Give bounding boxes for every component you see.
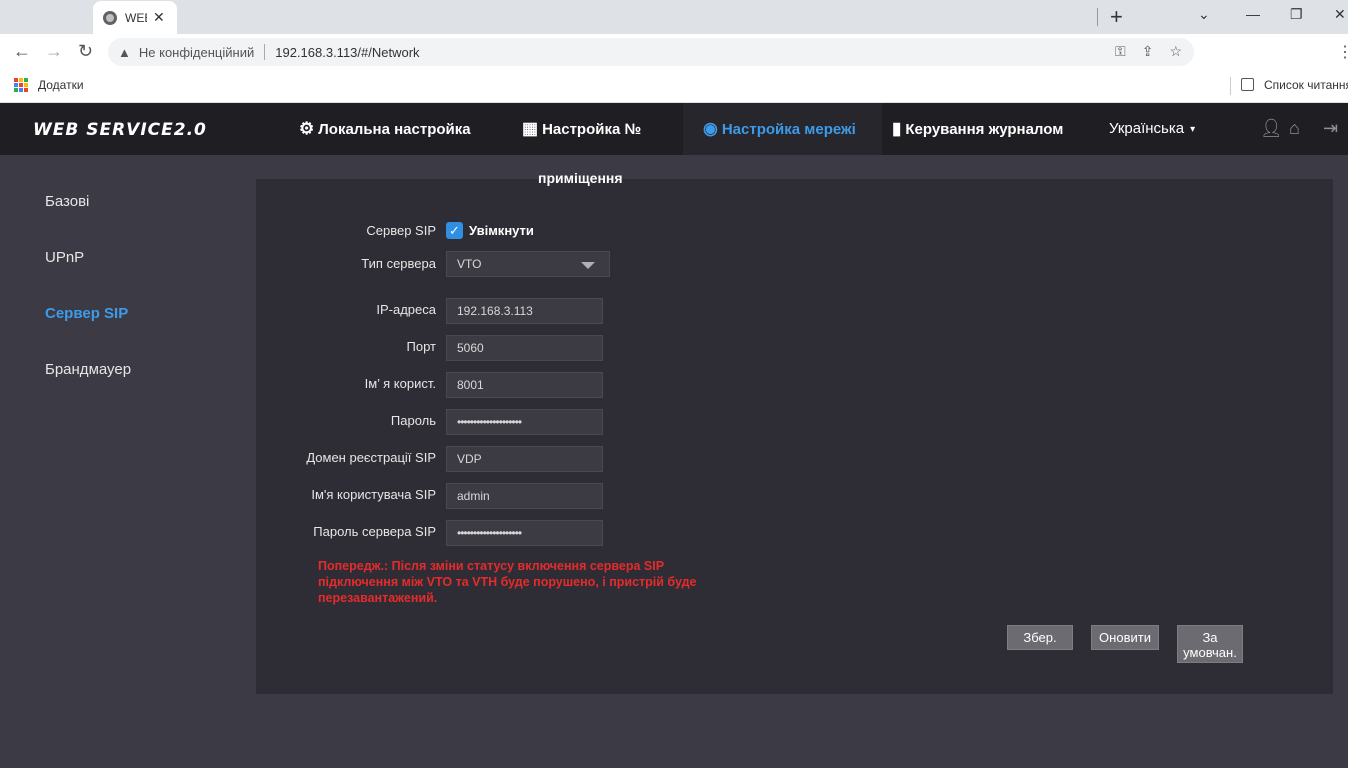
back-icon[interactable]: ← — [13, 41, 31, 62]
gear-icon: ⚙ — [299, 119, 315, 138]
bookmarks-bar: Додатки Список читання — [0, 70, 1348, 103]
password-label: Пароль — [390, 413, 436, 428]
language-select[interactable]: Українська ▾ — [1109, 120, 1195, 137]
sip-server-password-field[interactable] — [446, 520, 603, 546]
warning-icon[interactable]: ▲ — [118, 45, 131, 60]
reading-list-icon[interactable] — [1241, 78, 1254, 91]
password-field[interactable] — [446, 409, 603, 435]
sip-username-field[interactable] — [446, 483, 603, 509]
default-button[interactable]: За умовчан. — [1177, 625, 1243, 663]
key-icon[interactable]: ⚿ — [1115, 43, 1126, 60]
sip-domain-field[interactable] — [446, 446, 603, 472]
forward-icon[interactable]: → — [45, 41, 63, 62]
sip-domain-label: Домен реєстрації SIP — [306, 450, 436, 465]
browser-tab[interactable]: WEB ✕ — [93, 1, 177, 34]
close-window-icon[interactable]: ✕ — [1334, 6, 1346, 23]
bookmark-divider — [1230, 77, 1231, 95]
globe-icon: ◉ — [703, 119, 718, 138]
nav-network-settings[interactable]: ◉ Настройка мережі — [683, 103, 882, 155]
ip-address-label: IP-адреса — [376, 302, 436, 317]
port-field[interactable] — [446, 335, 603, 361]
restore-icon[interactable]: ❐ — [1290, 6, 1303, 23]
tab-divider — [1097, 8, 1098, 26]
warning-text: Попередж.: Після зміни статусу включення… — [318, 559, 697, 605]
close-icon[interactable]: ✕ — [153, 9, 165, 26]
tab-title: WEB — [125, 10, 147, 25]
globe-icon — [103, 10, 117, 25]
sidebar-item-basic[interactable]: Базові — [45, 193, 89, 210]
sidebar-item-firewall[interactable]: Брандмауер — [45, 361, 131, 378]
url-text[interactable]: 192.168.3.113/#/Network — [275, 45, 419, 60]
share-icon[interactable]: ⇪ — [1142, 43, 1154, 60]
logout-icon[interactable]: ⇥ — [1323, 118, 1338, 139]
minimize-icon[interactable]: — — [1246, 6, 1260, 22]
save-button[interactable]: Збер. — [1007, 625, 1073, 650]
nav-log-management[interactable]: ▮ Керування журналом — [892, 103, 1063, 155]
home-icon[interactable]: ⌂ — [1289, 118, 1300, 139]
ip-address-field[interactable] — [446, 298, 603, 324]
building-icon: ▦ — [522, 119, 539, 138]
sip-username-label: Ім'я користувача SIP — [311, 487, 436, 502]
nav-local-settings[interactable]: ⚙ Локальна настройка — [299, 103, 471, 155]
log-icon: ▮ — [892, 119, 902, 138]
sip-server-password-label: Пароль сервера SIP — [313, 524, 436, 539]
new-tab-button[interactable]: + — [1110, 4, 1123, 30]
chevron-down-icon[interactable]: ⌄ — [1198, 6, 1210, 23]
sidebar-item-sip-server[interactable]: Сервер SIP — [45, 305, 128, 322]
browser-toolbar: ← → ↻ ▲ Не конфіденційний 192.168.3.113/… — [0, 34, 1348, 70]
browser-tab-strip: WEB ✕ + ⌄ — ❐ ✕ — [0, 0, 1348, 34]
sip-server-label: Сервер SIP — [366, 223, 436, 238]
app-header: WEB SERVICE2.0 ⚙ Локальна настройка ▦ На… — [0, 103, 1348, 155]
not-secure-label[interactable]: Не конфіденційний — [139, 45, 254, 60]
sidebar-item-upnp[interactable]: UPnP — [45, 249, 84, 266]
app-logo: WEB SERVICE2.0 — [33, 120, 207, 140]
server-type-label: Тип сервера — [361, 256, 436, 271]
nav-room-settings[interactable]: ▦ Настройка № — [522, 103, 641, 155]
reading-list-label[interactable]: Список читання — [1264, 78, 1348, 92]
address-bar[interactable]: ▲ Не конфіденційний 192.168.3.113/#/Netw… — [108, 38, 1194, 66]
nav-room-settings-continuation[interactable]: приміщення — [538, 170, 623, 186]
username-field[interactable] — [446, 372, 603, 398]
address-divider — [264, 44, 266, 60]
port-label: Порт — [406, 339, 436, 354]
chevron-down-icon — [581, 262, 595, 269]
star-icon[interactable]: ☆ — [1169, 43, 1182, 60]
apps-icon[interactable] — [14, 78, 28, 92]
bookmark-apps[interactable]: Додатки — [38, 78, 84, 92]
sip-enable-checkbox[interactable]: ✓ — [446, 222, 463, 239]
server-type-select[interactable]: VTO — [446, 251, 610, 277]
reload-icon[interactable]: ↻ — [78, 41, 93, 62]
user-icon[interactable]: 👤︎ — [1260, 118, 1283, 139]
chevron-down-icon: ▾ — [1190, 123, 1196, 135]
menu-icon[interactable]: ⋮ — [1337, 42, 1348, 62]
sip-enable-label[interactable]: Увімкнути — [469, 223, 534, 238]
refresh-button[interactable]: Оновити — [1091, 625, 1159, 650]
username-label: Ім’ я корист. — [364, 376, 436, 391]
